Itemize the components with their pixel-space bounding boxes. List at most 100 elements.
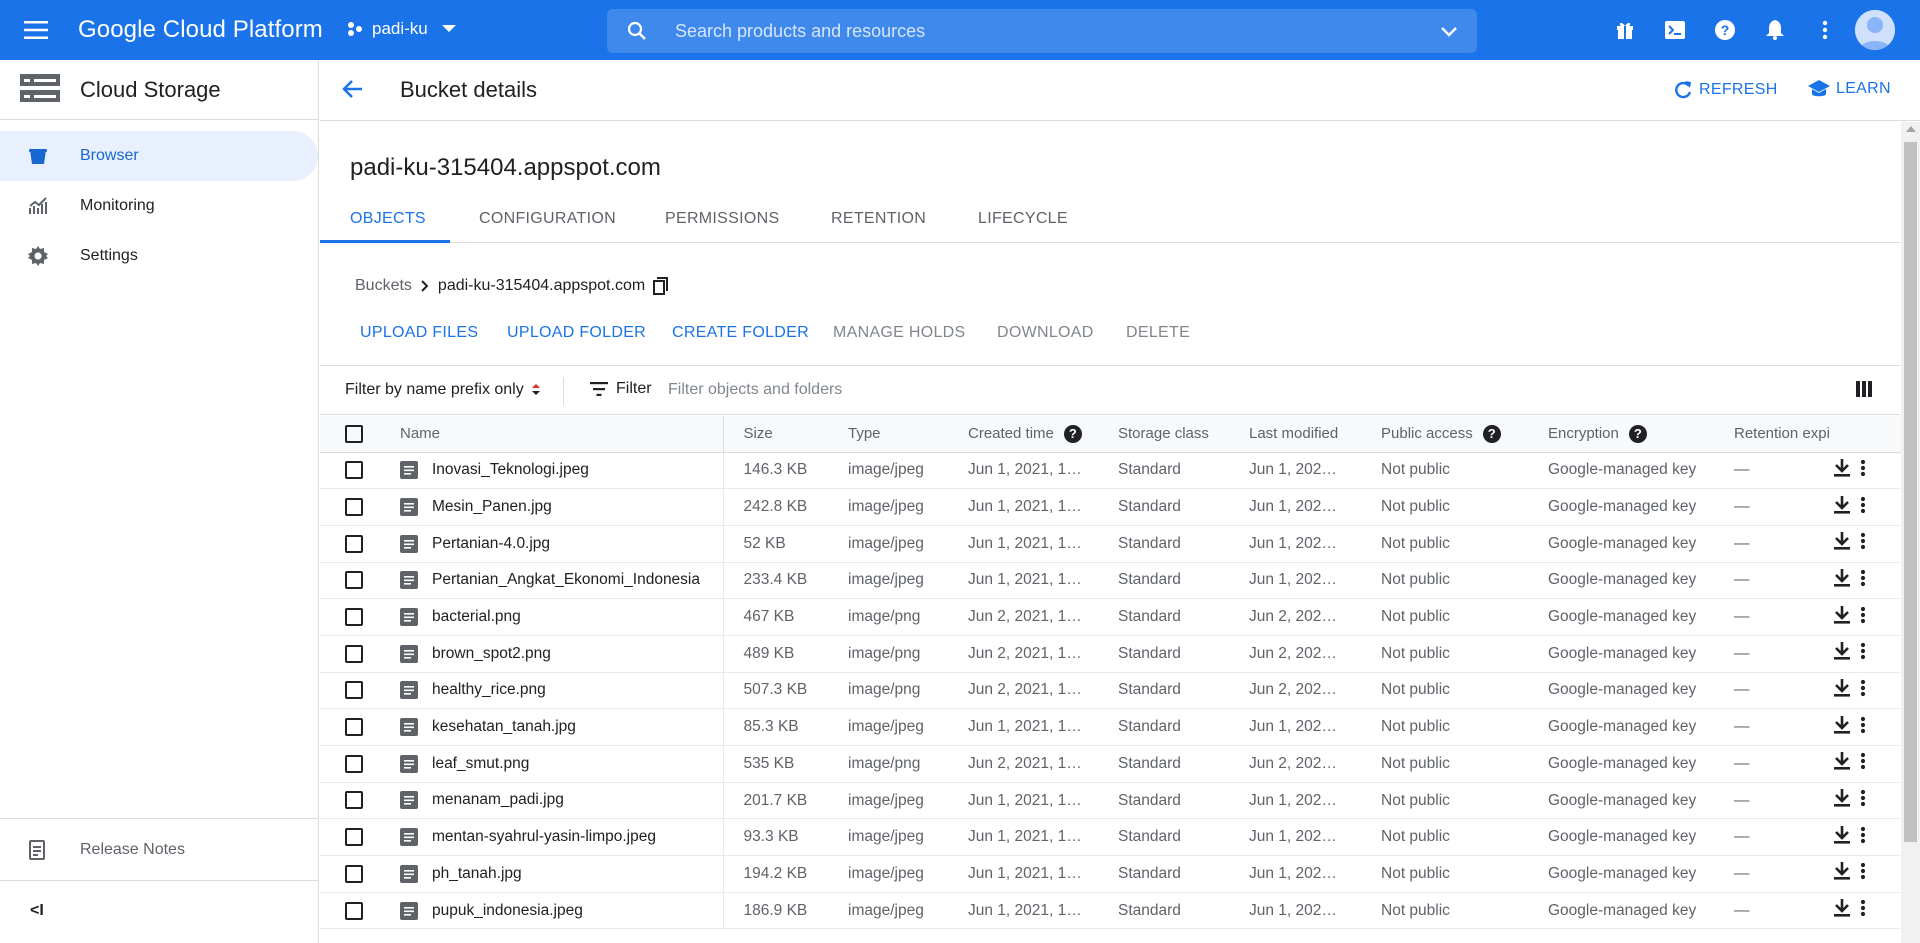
help-icon[interactable]: ? — [1628, 424, 1647, 443]
download-icon[interactable] — [1834, 862, 1850, 881]
help-icon[interactable]: ? — [1482, 424, 1501, 443]
object-name-cell[interactable]: leaf_smut.png — [380, 745, 724, 783]
copy-icon[interactable] — [645, 277, 671, 295]
more-vert-icon[interactable] — [1813, 18, 1837, 42]
scrollbar-thumb[interactable] — [1904, 142, 1917, 842]
chevron-down-icon[interactable] — [1439, 21, 1459, 41]
more-vert-icon[interactable] — [1860, 459, 1866, 477]
row-checkbox[interactable] — [345, 901, 363, 920]
more-vert-icon[interactable] — [1860, 606, 1866, 624]
hamburger-menu-icon[interactable] — [22, 16, 50, 44]
object-name[interactable]: healthy_rice.png — [432, 682, 546, 699]
row-checkbox[interactable] — [345, 864, 363, 883]
sidebar-item-release-notes[interactable]: Release Notes — [0, 825, 318, 875]
filter-button[interactable]: Filter — [590, 380, 652, 398]
table-row[interactable]: pupuk_indonesia.jpeg 186.9 KB image/jpeg Ju… — [320, 892, 1902, 930]
object-name[interactable]: mentan-syahrul-yasin-limpo.jpeg — [432, 828, 656, 845]
row-checkbox[interactable] — [345, 681, 363, 700]
app-title[interactable]: Google Cloud Platform — [78, 16, 323, 44]
object-name-cell[interactable]: brown_spot2.png — [380, 635, 724, 673]
object-name-cell[interactable]: Inovasi_Teknologi.jpeg — [380, 452, 724, 490]
search-input[interactable] — [675, 17, 1375, 45]
collapse-sidebar-button[interactable]: <I — [30, 902, 44, 920]
download-icon[interactable] — [1834, 458, 1850, 477]
column-header-public-access[interactable]: Public access? — [1375, 416, 1542, 453]
more-vert-icon[interactable] — [1860, 716, 1866, 734]
column-header-size[interactable]: Size — [723, 416, 828, 453]
table-row[interactable]: brown_spot2.png 489 KB image/png Jun 2, 202… — [320, 635, 1902, 673]
column-header-last-modified[interactable]: Last modified — [1242, 416, 1375, 453]
cloud-shell-icon[interactable] — [1663, 18, 1687, 42]
table-row[interactable]: Pertanian-4.0.jpg 52 KB image/jpeg Jun 1, 2… — [320, 525, 1902, 563]
column-header-type[interactable]: Type — [828, 416, 950, 453]
object-name[interactable]: menanam_padi.jpg — [432, 792, 564, 809]
object-name[interactable]: kesehatan_tanah.jpg — [432, 718, 576, 735]
tab-permissions[interactable]: PERMISSIONS — [665, 210, 779, 228]
row-checkbox[interactable] — [345, 791, 363, 810]
tab-objects[interactable]: OBJECTS — [350, 210, 426, 228]
object-name-cell[interactable]: Pertanian-4.0.jpg — [380, 525, 724, 563]
table-row[interactable]: menanam_padi.jpg 201.7 KB image/jpeg Jun 1,… — [320, 782, 1902, 820]
more-vert-icon[interactable] — [1860, 679, 1866, 697]
row-checkbox[interactable] — [345, 571, 363, 590]
column-display-options-icon[interactable] — [1856, 381, 1872, 402]
download-icon[interactable] — [1834, 825, 1850, 844]
sidebar-item-browser[interactable]: Browser — [0, 131, 318, 181]
table-row[interactable]: Pertanian_Angkat_Ekonomi_Indonesia 233.4 … — [320, 562, 1902, 600]
object-name[interactable]: pupuk_indonesia.jpeg — [432, 902, 583, 919]
tab-configuration[interactable]: CONFIGURATION — [479, 210, 616, 228]
table-row[interactable]: ph_tanah.jpg 194.2 KB image/jpeg Jun 1, 202… — [320, 855, 1902, 893]
scroll-up-arrow-icon[interactable] — [1906, 126, 1916, 132]
more-vert-icon[interactable] — [1860, 862, 1866, 880]
download-icon[interactable] — [1834, 752, 1850, 770]
object-name-cell[interactable]: kesehatan_tanah.jpg — [380, 708, 724, 746]
object-name[interactable]: Inovasi_Teknologi.jpeg — [432, 461, 589, 478]
filter-objects-input[interactable] — [668, 375, 1168, 405]
notifications-icon[interactable] — [1763, 18, 1787, 42]
more-vert-icon[interactable] — [1860, 496, 1866, 514]
object-name-cell[interactable]: Mesin_Panen.jpg — [380, 488, 724, 526]
object-name-cell[interactable]: pupuk_indonesia.jpeg — [380, 892, 724, 930]
object-name-cell[interactable]: mentan-syahrul-yasin-limpo.jpeg — [380, 818, 724, 857]
more-vert-icon[interactable] — [1860, 532, 1866, 550]
back-arrow-icon[interactable] — [342, 78, 364, 105]
row-checkbox[interactable] — [345, 718, 363, 737]
download-icon[interactable] — [1834, 495, 1850, 514]
object-name-cell[interactable]: Pertanian_Angkat_Ekonomi_Indonesia — [380, 562, 724, 600]
table-row[interactable]: leaf_smut.png 535 KB image/png Jun 2, 2021,… — [320, 745, 1902, 783]
row-checkbox[interactable] — [345, 754, 363, 773]
object-name[interactable]: Pertanian_Angkat_Ekonomi_Indonesia — [432, 571, 700, 588]
download-button[interactable]: DOWNLOAD — [997, 324, 1094, 342]
download-icon[interactable] — [1834, 899, 1850, 917]
tab-lifecycle[interactable]: LIFECYCLE — [978, 210, 1068, 228]
object-name-cell[interactable]: healthy_rice.png — [380, 672, 724, 710]
upload-folder-button[interactable]: UPLOAD FOLDER — [507, 324, 646, 342]
more-vert-icon[interactable] — [1860, 642, 1866, 660]
download-icon[interactable] — [1834, 789, 1850, 807]
table-row[interactable]: bacterial.png 467 KB image/png Jun 2, 2021,… — [320, 598, 1902, 636]
sidebar-item-monitoring[interactable]: Monitoring — [0, 181, 318, 231]
row-checkbox[interactable] — [345, 828, 363, 847]
object-name-cell[interactable]: bacterial.png — [380, 598, 724, 636]
row-checkbox[interactable] — [345, 608, 363, 627]
account-avatar[interactable] — [1855, 10, 1895, 50]
object-name[interactable]: brown_spot2.png — [432, 645, 551, 662]
column-header-created-time[interactable]: Created time? — [950, 416, 1110, 453]
project-selector[interactable]: padi-ku — [346, 19, 456, 39]
help-icon[interactable]: ? — [1063, 424, 1082, 443]
object-name-cell[interactable]: ph_tanah.jpg — [380, 855, 724, 893]
column-header-retention[interactable]: Retention expi — [1734, 416, 1834, 453]
row-checkbox[interactable] — [345, 534, 363, 553]
table-row[interactable]: mentan-syahrul-yasin-limpo.jpeg 93.3 KB im… — [320, 818, 1902, 857]
more-vert-icon[interactable] — [1860, 569, 1866, 587]
row-checkbox[interactable] — [345, 497, 363, 516]
column-header-name[interactable]: Name — [380, 416, 724, 453]
help-icon[interactable]: ? — [1713, 18, 1737, 42]
download-icon[interactable] — [1834, 678, 1850, 697]
sidebar-item-settings[interactable]: Settings — [0, 231, 318, 281]
manage-holds-button[interactable]: MANAGE HOLDS — [833, 324, 966, 342]
more-vert-icon[interactable] — [1860, 789, 1866, 807]
breadcrumb-buckets-link[interactable]: Buckets — [355, 277, 412, 295]
download-icon[interactable] — [1834, 715, 1850, 734]
delete-button[interactable]: DELETE — [1126, 324, 1190, 342]
